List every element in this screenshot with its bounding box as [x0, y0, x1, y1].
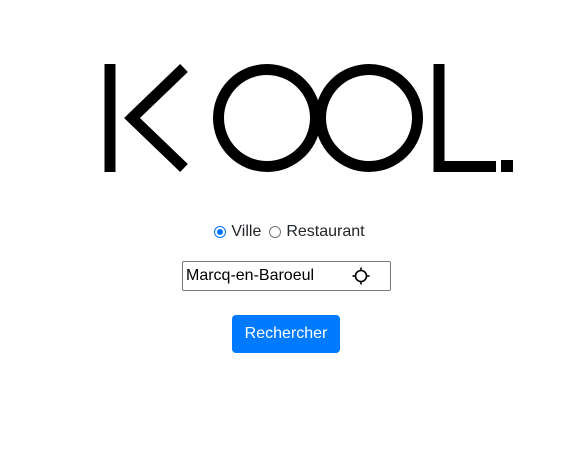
page: Ville Restaurant Rechercher [0, 0, 581, 468]
crosshair-locate-icon[interactable] [352, 267, 370, 285]
restaurant-radio[interactable] [269, 226, 282, 238]
ville-radio[interactable] [214, 226, 227, 238]
radio-option-restaurant[interactable]: Restaurant [269, 222, 365, 242]
restaurant-label: Restaurant [286, 223, 365, 240]
search-input[interactable] [183, 262, 348, 290]
radio-option-ville[interactable]: Ville [214, 222, 261, 242]
kool-logo-wordmark [104, 64, 513, 172]
search-field [182, 261, 391, 291]
search-button[interactable]: Rechercher [232, 315, 340, 353]
search-type-group: Ville Restaurant [0, 222, 581, 242]
kool-logo [104, 64, 516, 172]
ville-label: Ville [231, 223, 262, 240]
